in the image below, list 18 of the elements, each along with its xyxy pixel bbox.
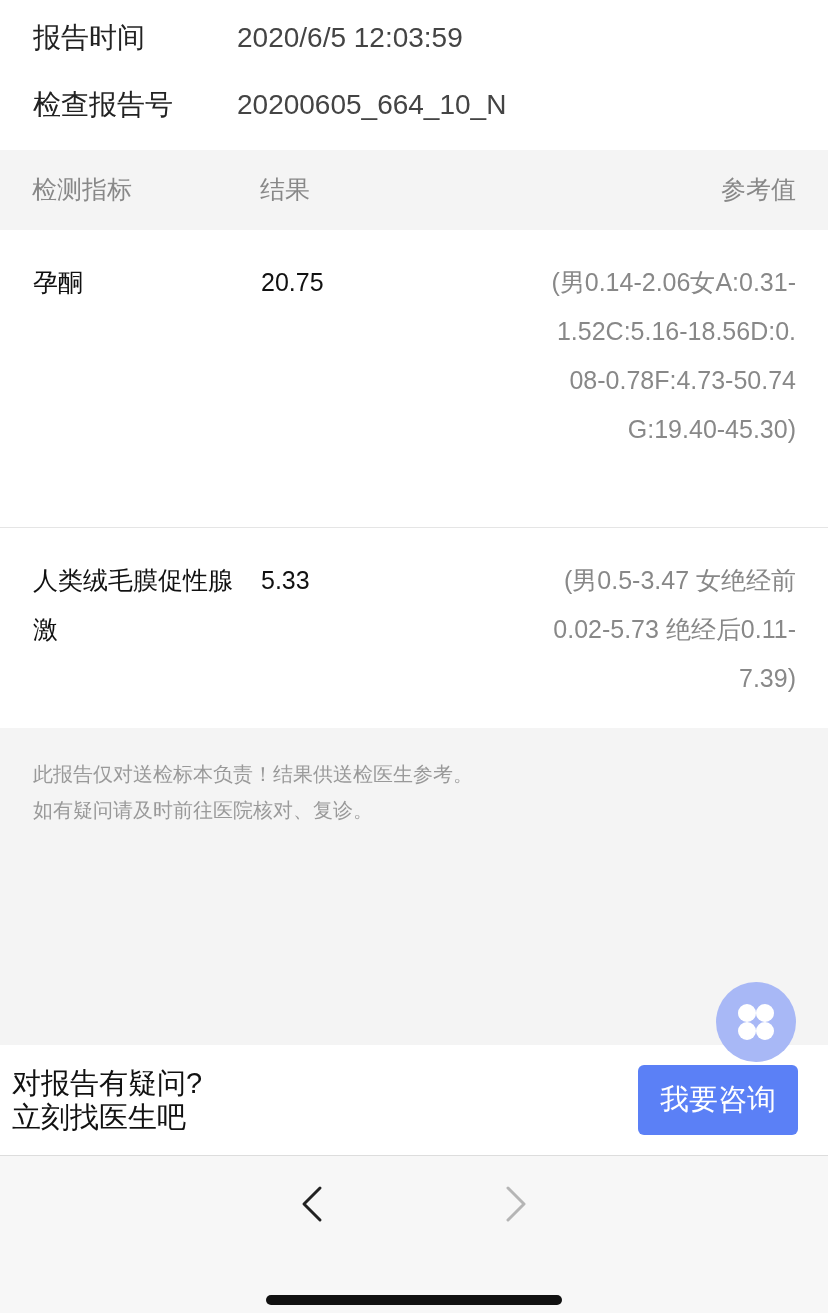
column-header: 结果	[260, 174, 311, 206]
prompt-text: 立刻找医生吧	[12, 1100, 187, 1134]
field-value: 20200605_664_10_N	[237, 87, 507, 122]
note-text: 如有疑问请及时前往医院核对、复诊。	[33, 798, 374, 823]
table-cell-text: 人类绒毛膜促性腺激	[33, 565, 233, 645]
prompt-text: 对报告有疑问?	[12, 1066, 203, 1100]
table-cell-text: (男0.14-2.06女A:0.31-1.52C:5.16-18.56D:0.08-0.78F:4.73-50.74G:19.40-45.30)	[551, 267, 796, 445]
table-cell-text: (男0.5-3.47 女绝经前0.02-5.73 绝经后0.11-7.39)	[552, 565, 796, 694]
note-text: 此报告仅对送检标本负责！结果供送检医生参考。	[33, 762, 474, 787]
field-label: 检查报告号	[33, 87, 174, 122]
consult-button[interactable]: 我要咨询	[638, 1065, 798, 1135]
field-value: 2020/6/5 12:03:59	[237, 20, 463, 55]
column-header: 参考值	[721, 174, 796, 206]
table-cell-text: 20.75	[261, 267, 325, 298]
table-cell-text: 5.33	[261, 565, 311, 596]
column-header: 检测指标	[32, 174, 133, 206]
table-cell-text: 孕酮	[33, 267, 84, 298]
field-label: 报告时间	[33, 20, 146, 55]
